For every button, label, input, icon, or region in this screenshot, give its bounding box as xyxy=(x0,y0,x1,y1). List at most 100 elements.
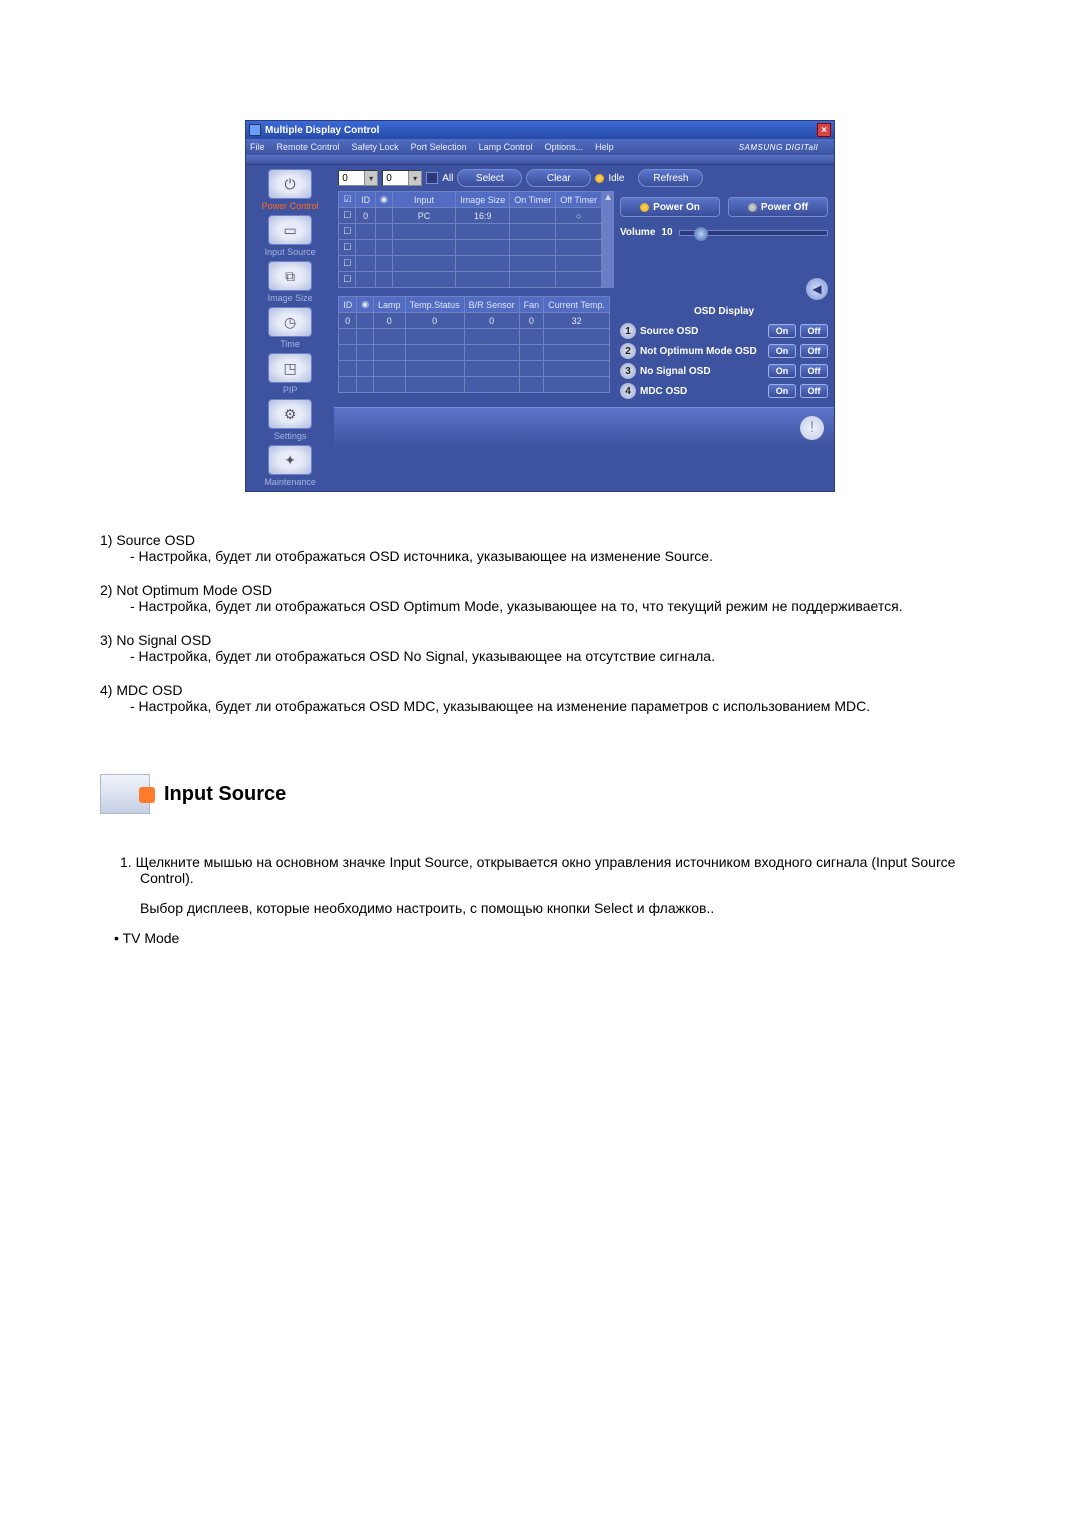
display-grid: ☑ ID ◉ Input Image Size On Timer Off Tim… xyxy=(338,191,602,288)
sidebar: ⏻ Power Control ▭ Input Source ⧉ Image S… xyxy=(246,165,334,491)
sidebar-item-power[interactable]: ⏻ Power Control xyxy=(246,169,334,211)
callout-2-icon: 2 xyxy=(620,343,636,359)
item-4-desc: - Настройка, будет ли отображаться OSD M… xyxy=(130,698,980,714)
sidebar-item-pip[interactable]: ◳ PIP xyxy=(246,353,334,395)
power-off-button[interactable]: Power Off xyxy=(728,197,828,217)
close-icon[interactable]: × xyxy=(817,123,831,137)
menu-port[interactable]: Port Selection xyxy=(411,142,467,152)
col-chk[interactable]: ☑ xyxy=(339,192,356,208)
info-icon: ! xyxy=(800,416,824,440)
off-dot-icon xyxy=(748,203,757,212)
menu-lamp[interactable]: Lamp Control xyxy=(479,142,533,152)
menu-bar: File Remote Control Safety Lock Port Sel… xyxy=(246,139,834,155)
app-window: Multiple Display Control × File Remote C… xyxy=(245,120,835,492)
maint-icon: ✦ xyxy=(268,445,312,475)
item-2-desc: - Настройка, будет ли отображаться OSD O… xyxy=(130,598,980,614)
step-1a: 1. Щелкните мышью на основном значке Inp… xyxy=(120,854,980,886)
col-size: Image Size xyxy=(456,192,510,208)
item-4-term: 4) MDC OSD xyxy=(100,682,980,698)
sidebar-item-label: PIP xyxy=(246,385,334,395)
settings-icon: ⚙ xyxy=(268,399,312,429)
toolbar: 0 0 All Select Clear Idle Refresh xyxy=(334,165,834,191)
menu-options[interactable]: Options... xyxy=(545,142,584,152)
osd-row-optimum: 2 Not Optimum Mode OSD On Off xyxy=(620,343,828,359)
sidebar-item-maint[interactable]: ✦ Maintenance xyxy=(246,445,334,487)
sidebar-item-settings[interactable]: ⚙ Settings xyxy=(246,399,334,441)
col-ontimer: On Timer xyxy=(510,192,556,208)
volume-slider[interactable] xyxy=(679,230,828,236)
bullet-tvmode: • TV Mode xyxy=(114,930,980,946)
osd-on-button[interactable]: On xyxy=(768,324,796,338)
on-dot-icon xyxy=(640,203,649,212)
osd-label: Not Optimum Mode OSD xyxy=(640,346,764,357)
item-2-term: 2) Not Optimum Mode OSD xyxy=(100,582,980,598)
all-checkbox[interactable] xyxy=(426,172,438,184)
divider xyxy=(246,155,834,165)
time-icon: ◷ xyxy=(268,307,312,337)
osd-on-button[interactable]: On xyxy=(768,384,796,398)
osd-row-mdc: 4 MDC OSD On Off xyxy=(620,383,828,399)
input-icon: ▭ xyxy=(268,215,312,245)
slider-handle[interactable] xyxy=(694,227,708,241)
sidebar-item-label: Power Control xyxy=(246,201,334,211)
item-1-term: 1) Source OSD xyxy=(100,532,980,548)
volume-label: Volume xyxy=(620,227,655,238)
osd-heading: OSD Display xyxy=(620,306,828,317)
osd-on-button[interactable]: On xyxy=(768,364,796,378)
col-stat2: ◉ xyxy=(357,297,374,313)
volume-value: 10 xyxy=(661,227,672,238)
size-icon: ⧉ xyxy=(268,261,312,291)
osd-off-button[interactable]: Off xyxy=(800,384,828,398)
osd-off-button[interactable]: Off xyxy=(800,344,828,358)
sidebar-item-label: Input Source xyxy=(246,247,334,257)
spinner-1[interactable]: 0 xyxy=(382,170,422,186)
menu-remote[interactable]: Remote Control xyxy=(277,142,340,152)
refresh-button[interactable]: Refresh xyxy=(638,169,703,187)
pip-icon: ◳ xyxy=(268,353,312,383)
spinner-0[interactable]: 0 xyxy=(338,170,378,186)
osd-label: MDC OSD xyxy=(640,386,764,397)
power-on-button[interactable]: Power On xyxy=(620,197,720,217)
col-lamp: Lamp xyxy=(374,297,406,313)
item-1-desc: - Настройка, будет ли отображаться OSD и… xyxy=(130,548,980,564)
col-input: Input xyxy=(392,192,455,208)
osd-on-button[interactable]: On xyxy=(768,344,796,358)
col-ctemp: Current Temp. xyxy=(544,297,610,313)
osd-off-button[interactable]: Off xyxy=(800,324,828,338)
scrollbar[interactable]: ▲ xyxy=(602,191,614,288)
item-3-term: 3) No Signal OSD xyxy=(100,632,980,648)
callout-1-icon: 1 xyxy=(620,323,636,339)
callout-4-icon: 4 xyxy=(620,383,636,399)
sidebar-item-label: Image Size xyxy=(246,293,334,303)
step-1b: Выбор дисплеев, которые необходимо настр… xyxy=(140,900,980,916)
table-row[interactable]: ☐ 0 PC 16:9 ○ xyxy=(339,208,602,224)
select-button[interactable]: Select xyxy=(457,169,522,187)
osd-off-button[interactable]: Off xyxy=(800,364,828,378)
osd-label: Source OSD xyxy=(640,326,764,337)
table-row[interactable]: 0 0 0 0 0 32 xyxy=(339,313,610,329)
item-3-desc: - Настройка, будет ли отображаться OSD N… xyxy=(130,648,980,664)
sensor-grid: ID ◉ Lamp Temp.Status B/R Sensor Fan Cur… xyxy=(338,296,610,393)
app-icon xyxy=(249,124,261,136)
sidebar-item-time[interactable]: ◷ Time xyxy=(246,307,334,349)
osd-row-source: 1 Source OSD On Off xyxy=(620,323,828,339)
window-title: Multiple Display Control xyxy=(265,125,817,136)
col-br: B/R Sensor xyxy=(464,297,519,313)
menu-help[interactable]: Help xyxy=(595,142,614,152)
all-label: All xyxy=(442,173,453,184)
idle-label: Idle xyxy=(608,173,624,184)
volume-back-icon[interactable]: ◀ xyxy=(806,278,828,300)
document-body: 1) Source OSD - Настройка, будет ли отоб… xyxy=(100,532,980,946)
col-offtimer: Off Timer xyxy=(556,192,602,208)
callout-3-icon: 3 xyxy=(620,363,636,379)
col-stat: ◉ xyxy=(375,192,392,208)
power-icon: ⏻ xyxy=(268,169,312,199)
sidebar-item-input[interactable]: ▭ Input Source xyxy=(246,215,334,257)
menu-safety[interactable]: Safety Lock xyxy=(352,142,399,152)
sidebar-item-size[interactable]: ⧉ Image Size xyxy=(246,261,334,303)
menu-file[interactable]: File xyxy=(250,142,265,152)
input-source-icon xyxy=(100,774,150,814)
sidebar-item-label: Settings xyxy=(246,431,334,441)
idle-indicator: Idle xyxy=(595,173,624,184)
clear-button[interactable]: Clear xyxy=(526,169,591,187)
